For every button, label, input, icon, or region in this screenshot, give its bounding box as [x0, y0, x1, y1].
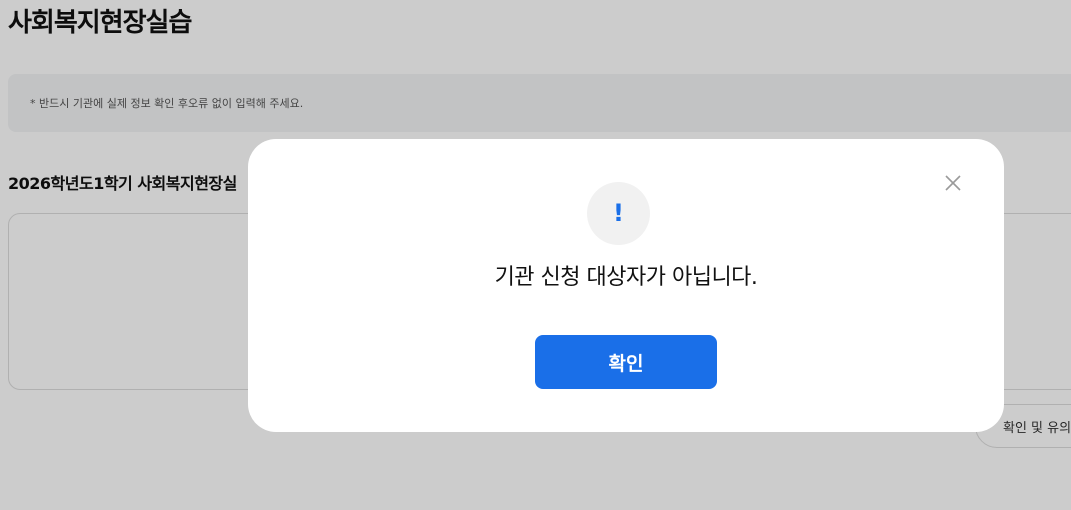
close-icon[interactable] — [939, 169, 967, 197]
alert-modal: ! 기관 신청 대상자가 아닙니다. 확인 — [248, 139, 1004, 432]
modal-message: 기관 신청 대상자가 아닙니다. — [494, 265, 758, 290]
exclamation-icon: ! — [587, 182, 650, 245]
confirm-button[interactable]: 확인 — [535, 335, 717, 389]
exclamation-mark: ! — [613, 199, 624, 227]
